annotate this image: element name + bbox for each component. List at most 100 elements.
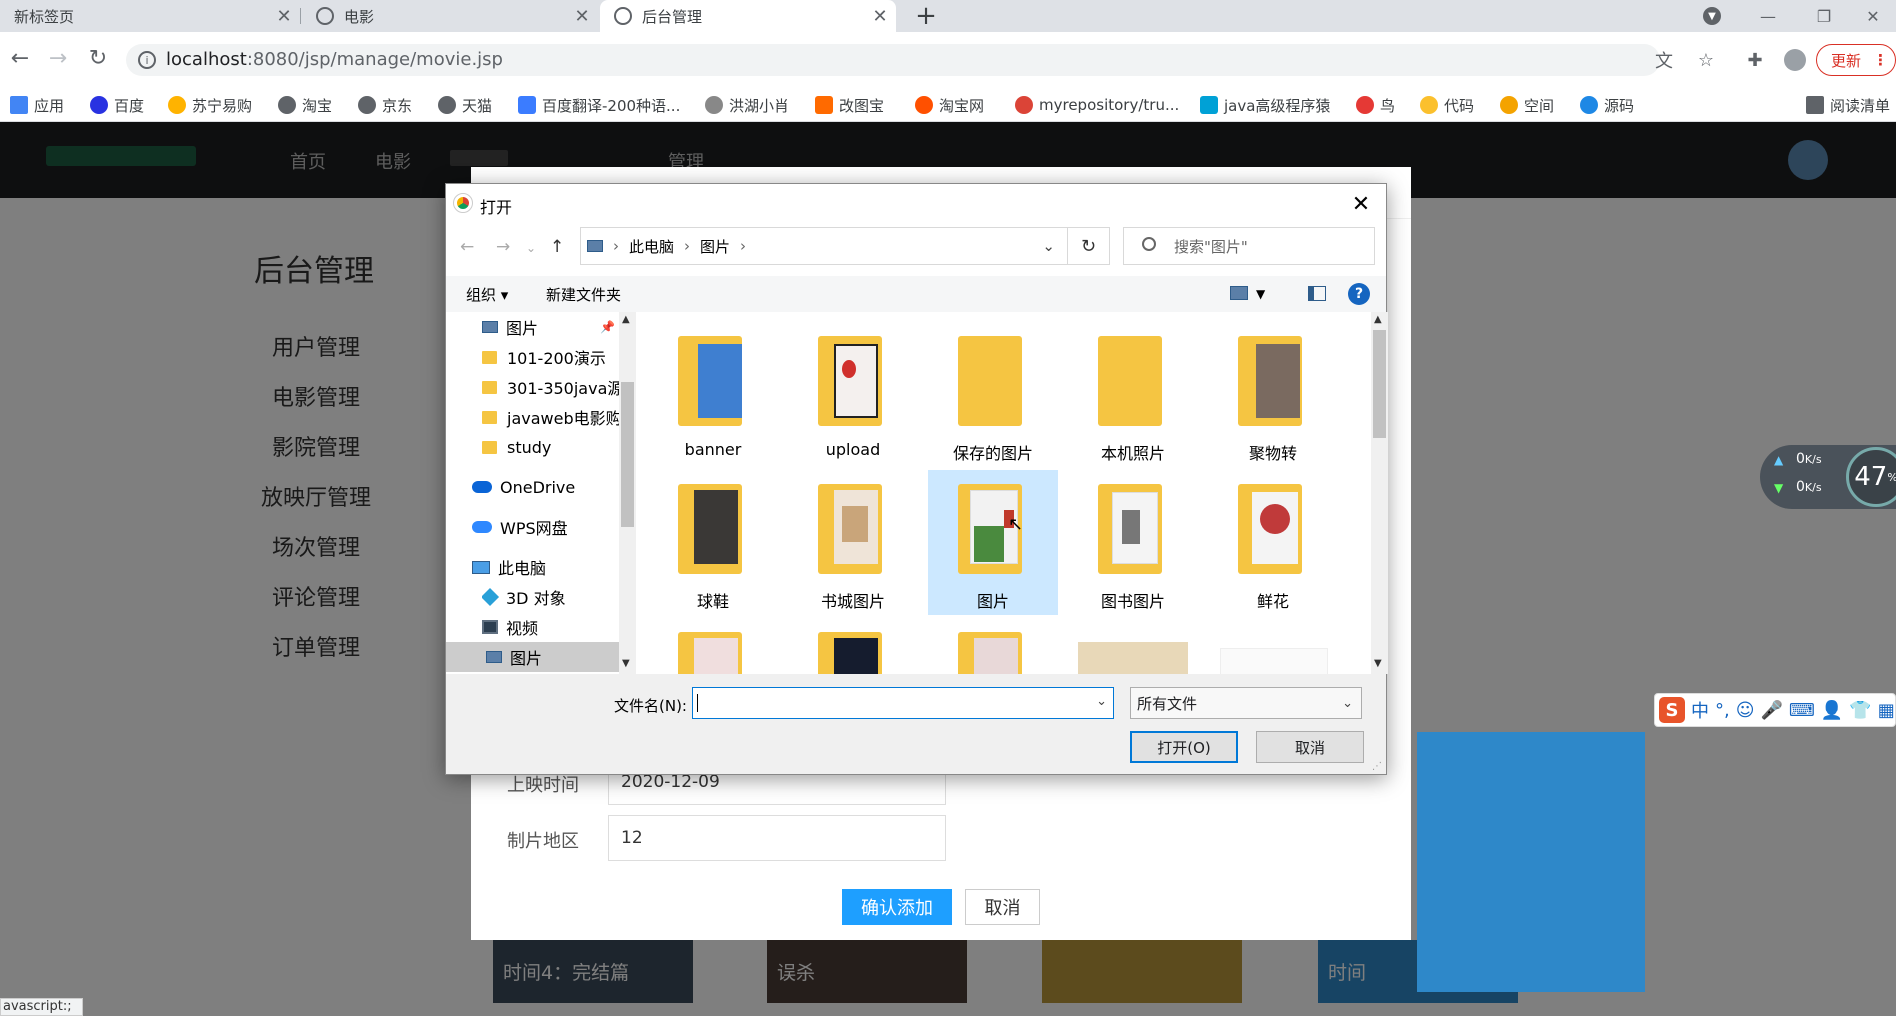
nav-item-pictures-quick[interactable]: 图片 📌 xyxy=(482,312,619,342)
new-tab-button[interactable]: + xyxy=(906,0,946,32)
reading-list[interactable]: 阅读清单 xyxy=(1806,94,1890,116)
bookmark-item[interactable]: 淘宝网 xyxy=(915,94,984,116)
more-menu-icon[interactable]: ⋮ xyxy=(1873,51,1888,69)
confirm-add-button[interactable]: 确认添加 xyxy=(842,889,952,925)
back-arrow-icon[interactable]: ← xyxy=(460,237,474,257)
bookmark-item[interactable]: 天猫 xyxy=(438,94,492,116)
resize-grip-icon[interactable]: ⋰ xyxy=(1372,761,1382,772)
new-folder-button[interactable]: 新建文件夹 xyxy=(546,284,621,305)
star-icon[interactable]: ☆ xyxy=(1690,44,1722,76)
cancel-add-button[interactable]: 取消 xyxy=(965,889,1040,925)
emoji-icon[interactable]: ☺ xyxy=(1736,700,1755,721)
reload-icon[interactable]: ↻ xyxy=(80,40,116,76)
nav-item-3d-objects[interactable]: 3D 对象 xyxy=(482,582,619,612)
open-button[interactable]: 打开(O) xyxy=(1130,731,1238,763)
bookmark-item[interactable]: 改图宝 xyxy=(815,94,884,116)
bookmark-item[interactable]: 鸟 xyxy=(1356,94,1395,116)
scroll-down-icon[interactable]: ▼ xyxy=(1374,658,1382,669)
folder-item-saved-pictures[interactable]: 保存的图片 xyxy=(928,322,1058,467)
bookmark-item[interactable]: 百度翻译-200种语... xyxy=(518,94,680,116)
scroll-down-icon[interactable]: ▼ xyxy=(622,658,630,669)
bookmark-item[interactable]: 百度 xyxy=(90,94,144,116)
bookmark-apps[interactable]: 应用 xyxy=(10,94,64,116)
bookmark-item[interactable]: 苏宁易购 xyxy=(168,94,252,116)
dialog-close-icon[interactable]: ✕ xyxy=(1346,190,1376,218)
chevron-down-icon[interactable]: ⌄ xyxy=(1096,694,1107,709)
nav-item-onedrive[interactable]: OneDrive xyxy=(472,472,619,502)
view-dropdown-icon[interactable]: ▼ xyxy=(1256,287,1265,301)
up-arrow-icon[interactable]: ↑ xyxy=(550,237,564,257)
nav-item-videos[interactable]: 视频 xyxy=(482,612,619,642)
close-icon[interactable]: ✕ xyxy=(566,6,598,27)
folder-item-book-pictures[interactable]: 图书图片 xyxy=(1068,470,1198,615)
close-icon[interactable]: ✕ xyxy=(864,6,896,27)
scroll-up-icon[interactable]: ▲ xyxy=(1374,314,1382,325)
nav-item-folder[interactable]: 301-350java源码 xyxy=(482,372,619,402)
folder-item-partial[interactable] xyxy=(788,618,918,674)
extensions-icon[interactable]: ✚ xyxy=(1739,44,1771,76)
help-icon[interactable]: ? xyxy=(1348,283,1370,305)
profile-avatar-icon[interactable] xyxy=(1779,44,1811,76)
chevron-down-icon[interactable]: ⌄ xyxy=(1042,237,1055,255)
bookmark-item[interactable]: 淘宝 xyxy=(278,94,332,116)
close-icon[interactable]: ✕ xyxy=(268,6,300,27)
scroll-thumb[interactable] xyxy=(1373,330,1386,438)
nav-item-folder[interactable]: 101-200演示 xyxy=(482,342,619,372)
breadcrumb-item[interactable]: 此电脑 xyxy=(629,236,674,257)
ime-toolbar[interactable]: S 中 °, ☺ 🎤 ⌨ 👤 👕 ▦ xyxy=(1654,693,1896,727)
address-bar[interactable]: i localhost:8080/jsp/manage/movie.jsp 文 … xyxy=(126,44,1714,76)
breadcrumb[interactable]: › 此电脑 › 图片 › ⌄ xyxy=(580,227,1068,265)
nav-item-folder[interactable]: javaweb电影购票 xyxy=(482,402,619,432)
bookmark-item[interactable]: 源码 xyxy=(1580,94,1634,116)
preview-pane-icon[interactable] xyxy=(1308,286,1326,301)
folder-item-upload[interactable]: upload xyxy=(788,322,918,467)
refresh-button[interactable]: ↻ xyxy=(1068,227,1110,265)
bookmark-item[interactable]: 京东 xyxy=(358,94,412,116)
back-arrow-icon[interactable]: ← xyxy=(2,40,38,76)
image-item-partial[interactable] xyxy=(1068,618,1198,674)
skin-icon[interactable]: 👕 xyxy=(1849,700,1871,721)
bookmark-item[interactable]: 洪湖小肖 xyxy=(705,94,789,116)
image-item-partial[interactable] xyxy=(1208,618,1338,674)
recent-locations-icon[interactable]: ⌄ xyxy=(526,241,536,255)
bookmark-item[interactable]: myrepository/tru... xyxy=(1015,94,1179,116)
scroll-up-icon[interactable]: ▲ xyxy=(622,314,630,325)
cancel-button[interactable]: 取消 xyxy=(1256,731,1364,763)
folder-item-jwz[interactable]: 聚物转 xyxy=(1208,322,1338,467)
tab-movie[interactable]: 电影 ✕ xyxy=(302,0,598,32)
filetype-select[interactable]: 所有文件 ⌄ xyxy=(1130,687,1362,719)
tab-new[interactable]: 新标签页 ✕ xyxy=(0,0,300,32)
folder-item-camera-roll[interactable]: 本机照片 xyxy=(1068,322,1198,467)
folder-item-banner[interactable]: banner xyxy=(648,322,778,467)
organize-menu[interactable]: 组织 ▾ xyxy=(466,284,508,305)
keyboard-icon[interactable]: ⌨ xyxy=(1789,700,1815,721)
info-icon[interactable]: i xyxy=(138,51,156,69)
forward-arrow-icon[interactable]: → xyxy=(40,40,76,76)
scroll-thumb[interactable] xyxy=(621,382,634,527)
chinese-mode-icon[interactable]: 中 xyxy=(1691,697,1709,723)
nav-item-folder[interactable]: study xyxy=(482,432,619,462)
tab-admin[interactable]: 后台管理 ✕ xyxy=(600,0,896,32)
folder-item-pictures[interactable]: ↖ 图片 xyxy=(928,470,1058,615)
nav-item-pictures[interactable]: 图片 xyxy=(446,642,619,672)
voice-icon[interactable]: 🎤 xyxy=(1761,700,1783,721)
bookmark-item[interactable]: java高级程序猿 xyxy=(1200,94,1330,116)
update-button[interactable]: 更新 ⋮ xyxy=(1816,44,1896,76)
toolbox-icon[interactable]: ▦ xyxy=(1878,700,1895,721)
folder-item-partial[interactable] xyxy=(928,618,1058,674)
restore-icon[interactable]: ❐ xyxy=(1796,0,1852,32)
folder-item-flowers[interactable]: 鲜花 xyxy=(1208,470,1338,615)
punctuation-icon[interactable]: °, xyxy=(1715,700,1730,721)
bookmark-item[interactable]: 代码 xyxy=(1420,94,1474,116)
nav-item-wps[interactable]: WPS网盘 xyxy=(472,512,619,542)
forward-arrow-icon[interactable]: → xyxy=(496,237,510,257)
window-close-icon[interactable]: ✕ xyxy=(1850,0,1896,32)
folder-item-bookstore-pictures[interactable]: 书城图片 xyxy=(788,470,918,615)
breadcrumb-item[interactable]: 图片 xyxy=(700,236,730,257)
bookmark-item[interactable]: 空间 xyxy=(1500,94,1554,116)
search-input[interactable]: 搜索"图片" xyxy=(1123,227,1375,265)
network-speed-widget[interactable]: ▲ 0K/s ▼ 0K/s 47% xyxy=(1760,445,1896,509)
filename-input[interactable]: ⌄ xyxy=(692,687,1114,719)
file-list-scrollbar[interactable]: ▲ ▼ xyxy=(1371,312,1388,674)
translate-icon[interactable]: 文 xyxy=(1648,44,1680,76)
